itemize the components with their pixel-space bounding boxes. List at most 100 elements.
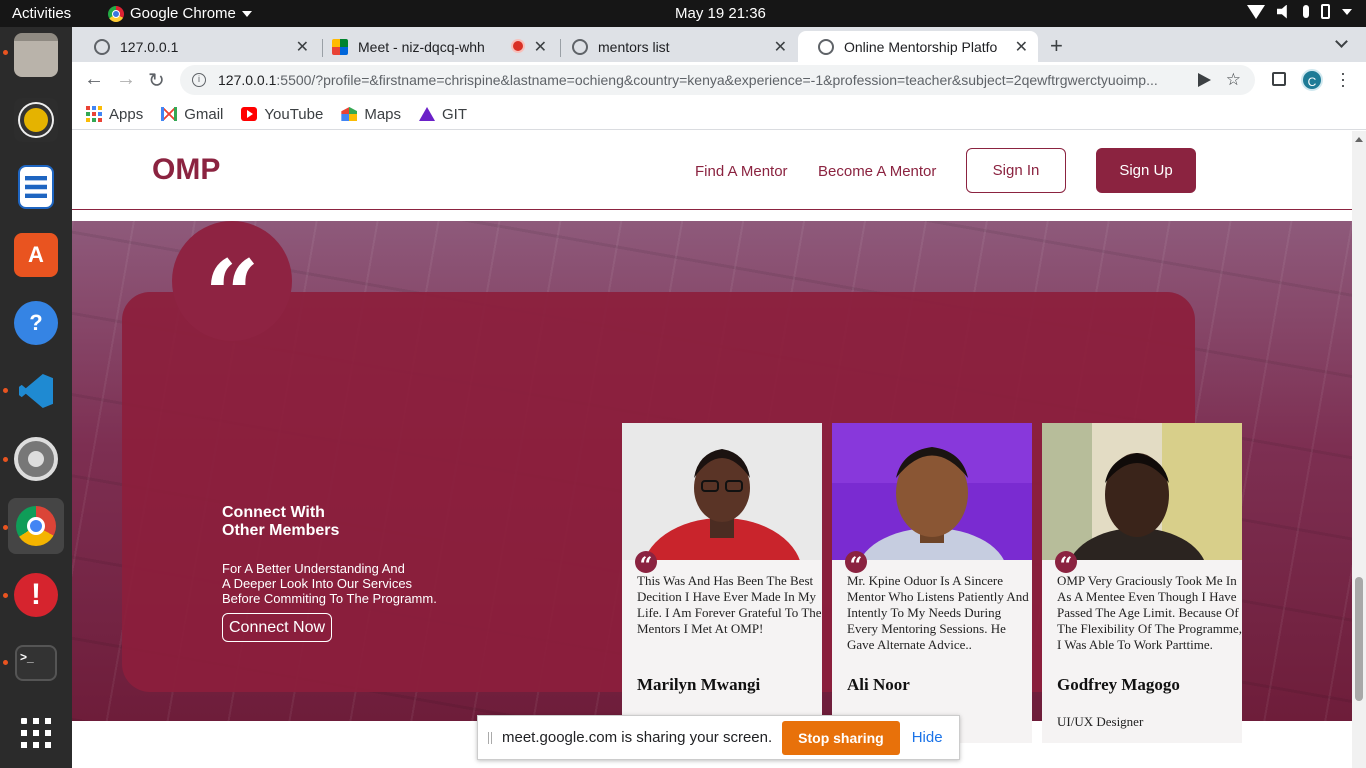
chevron-down-icon [241, 10, 252, 17]
sign-up-button[interactable]: Sign Up [1096, 148, 1196, 193]
app-menu[interactable]: Google Chrome [108, 5, 252, 22]
bookmark-label: Gmail [184, 105, 224, 123]
recording-icon [513, 41, 523, 51]
hide-button[interactable]: Hide [912, 729, 943, 746]
side-panel-icon[interactable] [1272, 72, 1286, 86]
vscode-icon [14, 369, 58, 413]
files-icon [14, 33, 58, 77]
sign-in-button[interactable]: Sign In [966, 148, 1066, 193]
quote-icon: “ [845, 551, 867, 579]
quote-badge-icon: “ [172, 221, 292, 352]
writer-icon [18, 165, 54, 209]
system-tray[interactable] [1247, 4, 1352, 19]
bookmark-star-icon[interactable]: ☆ [1226, 70, 1241, 90]
bookmark-label: YouTube [264, 105, 324, 123]
close-icon[interactable]: ✕ [1015, 37, 1028, 57]
tab-localhost[interactable]: 127.0.0.1 ✕ [74, 31, 319, 62]
dock-help[interactable]: ? [8, 295, 64, 351]
wifi-icon [1247, 4, 1265, 19]
maps-icon [341, 107, 358, 121]
back-button[interactable]: ← [84, 68, 104, 91]
dock-rhythmbox[interactable] [8, 92, 64, 148]
nav-find-mentor[interactable]: Find A Mentor [695, 163, 788, 180]
globe-icon [572, 38, 588, 55]
app-name: Google Chrome [130, 5, 236, 22]
close-icon[interactable]: ✕ [296, 37, 309, 57]
browser-toolbar: ← → ↻ i 127.0.0.1:5500/?profile=&firstna… [72, 62, 1366, 99]
send-to-device-icon[interactable] [1198, 73, 1211, 87]
site-info-icon[interactable]: i [192, 73, 206, 87]
globe-icon [818, 38, 834, 55]
mentee-photo [832, 423, 1032, 560]
alert-icon: ! [14, 573, 58, 617]
bookmark-gmail[interactable]: Gmail [161, 106, 223, 123]
stop-sharing-button[interactable]: Stop sharing [782, 720, 900, 755]
dock-chrome[interactable] [8, 498, 64, 554]
testimonial-role: UI/UX Designer [1057, 714, 1144, 729]
testimonial-name: Ali Noor [847, 675, 910, 694]
settings-gear-icon [14, 437, 58, 481]
show-applications[interactable] [8, 705, 64, 761]
connect-now-button[interactable]: Connect Now [222, 613, 333, 642]
bookmark-label: GIT [442, 105, 468, 123]
bookmark-maps[interactable]: Maps [341, 106, 401, 123]
forward-button[interactable]: → [116, 68, 136, 91]
testimonials-panel: Connect With Other Members For A Better … [122, 292, 1242, 743]
nav-become-mentor[interactable]: Become A Mentor [818, 163, 936, 180]
tab-title: Meet - niz-dqcq-whh [358, 38, 485, 55]
page-scrollbar[interactable] [1352, 131, 1366, 768]
bookmark-label: Apps [109, 105, 144, 123]
bookmark-apps[interactable]: Apps [86, 106, 143, 123]
bookmarks-bar: Apps Gmail YouTube Maps GIT [72, 99, 1366, 130]
dock-settings[interactable] [8, 431, 64, 487]
connect-subtitle: For A Better Understanding And A Deeper … [222, 561, 437, 606]
new-tab-button[interactable]: + [1050, 33, 1063, 59]
rhythmbox-icon [14, 98, 58, 142]
share-message: meet.google.com is sharing your screen. [502, 729, 773, 746]
tab-meet[interactable]: Meet - niz-dqcq-whh ✕ [312, 31, 557, 62]
testimonial-name: Godfrey Magogo [1057, 675, 1180, 694]
testimonial-text: Mr. Kpine Oduor Is A Sincere Mentor Who … [847, 573, 1029, 652]
terminal-icon: >_ [15, 645, 57, 681]
drag-handle-icon[interactable] [488, 731, 492, 744]
volume-icon [1277, 4, 1287, 19]
dock-writer[interactable] [8, 159, 64, 215]
dock-terminal[interactable]: >_ [8, 635, 64, 691]
tab-title: 127.0.0.1 [120, 38, 179, 55]
dock: A ? ! >_ [0, 27, 72, 768]
url-text[interactable]: 127.0.0.1:5500/?profile=&firstname=chris… [218, 72, 1188, 88]
help-icon: ? [14, 301, 58, 345]
address-bar[interactable]: i 127.0.0.1:5500/?profile=&firstname=chr… [180, 65, 1255, 95]
dock-files[interactable] [8, 27, 64, 83]
tab-mentors-list[interactable]: mentors list ✕ [552, 31, 797, 62]
app-grid-icon [21, 718, 51, 748]
clock[interactable]: May 19 21:36 [675, 5, 766, 22]
dock-software[interactable]: A [8, 227, 64, 283]
tab-online-mentorship[interactable]: Online Mentorship Platfo ✕ [798, 31, 1038, 62]
tab-search-icon[interactable] [1335, 35, 1348, 48]
dock-update[interactable]: ! [8, 567, 64, 623]
bookmark-youtube[interactable]: YouTube [241, 106, 323, 123]
globe-icon [94, 38, 110, 55]
gmail-icon [161, 107, 178, 121]
activities-button[interactable]: Activities [12, 5, 71, 22]
reload-button[interactable]: ↻ [148, 68, 165, 93]
chrome-icon [16, 506, 56, 546]
page-viewport: OMP Find A Mentor Become A Mentor Sign I… [72, 131, 1352, 768]
bookmark-git[interactable]: GIT [419, 106, 467, 123]
menu-kebab-icon[interactable]: · · · [1340, 64, 1346, 94]
tab-title: Online Mentorship Platfo [844, 38, 998, 55]
dock-vscode[interactable] [8, 363, 64, 419]
tab-title: mentors list [598, 38, 670, 55]
scroll-up-arrow[interactable] [1355, 137, 1363, 142]
testimonials-section: Connect With Other Members For A Better … [72, 221, 1352, 743]
site-logo[interactable]: OMP [152, 153, 220, 187]
scrollbar-thumb[interactable] [1355, 577, 1363, 701]
battery-icon [1321, 4, 1330, 19]
meet-icon [332, 38, 348, 55]
close-icon[interactable]: ✕ [774, 37, 787, 57]
quote-icon: “ [635, 551, 657, 579]
close-icon[interactable]: ✕ [534, 37, 547, 57]
connect-title: Connect With Other Members [222, 504, 340, 539]
profile-avatar[interactable]: C [1301, 69, 1323, 91]
